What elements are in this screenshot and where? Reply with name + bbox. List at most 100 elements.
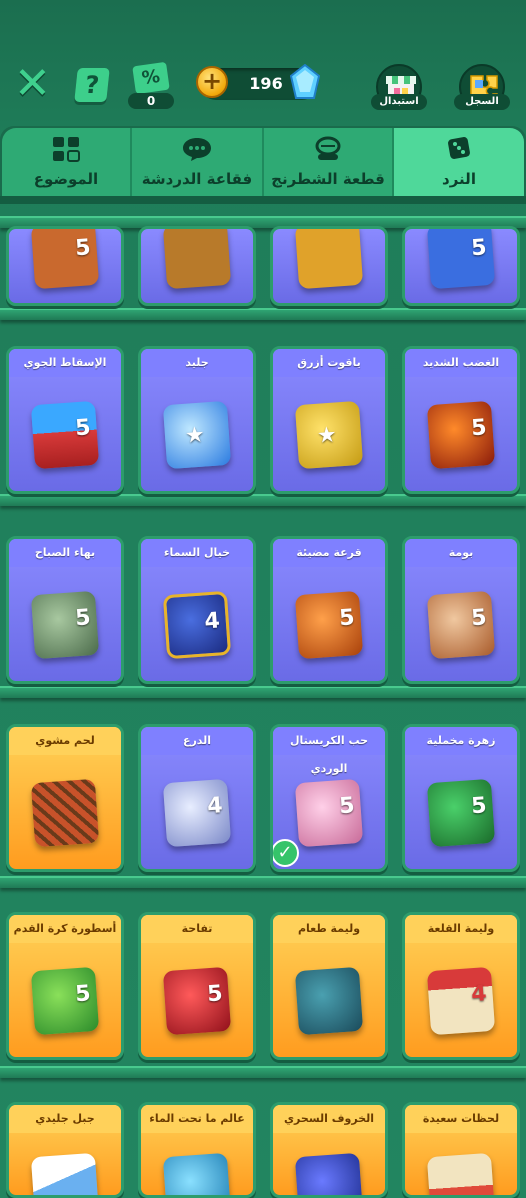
- dice-card-grilled-meat[interactable]: لحم مشوي: [6, 724, 124, 872]
- dice-card-castle-feast[interactable]: وليمة القلعة 4: [402, 912, 520, 1060]
- tab-label: النرد: [442, 170, 476, 188]
- dice-preview: 4: [162, 590, 232, 660]
- equipped-check-icon: ✓: [273, 839, 299, 867]
- dice-title: بومة: [405, 539, 517, 567]
- dice-card-rage[interactable]: الغضب الشديد 5: [402, 346, 520, 494]
- close-button[interactable]: ✕: [14, 62, 51, 106]
- dice-preview: ★: [294, 400, 364, 470]
- dice-card[interactable]: 5: [402, 226, 520, 306]
- tab-chess-piece[interactable]: قطعة الشطرنج: [264, 128, 394, 196]
- dice-card-airdrop[interactable]: الإسقاط الجوي 5: [6, 346, 124, 494]
- dice-icon: [444, 136, 474, 162]
- dice-card-pink-crystal-love[interactable]: حب الكريستال الوردي 5 ✓: [270, 724, 388, 872]
- dice-preview: 5: [426, 590, 496, 660]
- discount-icon: %: [132, 61, 170, 95]
- tab-chat-bubble[interactable]: فقاعة الدردشة: [132, 128, 264, 196]
- gem-icon: [289, 63, 321, 102]
- discount-count: 0: [128, 93, 174, 109]
- dice-preview: 5: [294, 590, 364, 660]
- history-label: السجل: [454, 94, 510, 110]
- dice-preview: [30, 1152, 100, 1195]
- dice-title: أسطورة كرة القدم: [9, 915, 121, 943]
- dice-preview: 5: [162, 966, 232, 1036]
- tab-theme[interactable]: الموضوع: [2, 128, 132, 196]
- dice-preview: [162, 229, 232, 290]
- dice-card-food-feast[interactable]: وليمة طعام: [270, 912, 388, 1060]
- dice-card-magic-sheep[interactable]: الخروف السحري: [270, 1102, 388, 1198]
- tab-label: الموضوع: [33, 170, 99, 188]
- shelf: [0, 1066, 526, 1078]
- dice-card-owl[interactable]: بومة 5: [402, 536, 520, 684]
- tab-label: قطعة الشطرنج: [271, 170, 385, 188]
- dice-title: الغضب الشديد: [405, 349, 517, 377]
- dice-card-sky-fantasy[interactable]: خيال السماء 4: [138, 536, 256, 684]
- dice-preview: 5: [294, 778, 364, 848]
- dice-preview: 5: [30, 590, 100, 660]
- dice-preview: 4: [162, 778, 232, 848]
- history-button[interactable]: السجل: [454, 64, 510, 116]
- dice-preview: 5: [30, 400, 100, 470]
- chess-piece-icon: [313, 136, 343, 162]
- tab-dice[interactable]: النرد: [394, 128, 524, 196]
- dice-title: قرعة مضيئة: [273, 539, 385, 567]
- chat-bubble-icon: [182, 136, 212, 162]
- dice-preview: 5: [426, 229, 496, 290]
- coin-amount: 196: [249, 74, 283, 93]
- dice-card[interactable]: 5: [6, 226, 124, 306]
- coin-plus-icon[interactable]: +: [196, 66, 228, 98]
- dice-preview: 5: [30, 966, 100, 1036]
- discount-button[interactable]: % 0: [128, 61, 174, 109]
- dice-title: الإسقاط الجوي: [9, 349, 121, 377]
- dice-title: الخروف السحري: [273, 1105, 385, 1133]
- dice-title: وليمة القلعة: [405, 915, 517, 943]
- dice-preview: [162, 1152, 232, 1195]
- dice-card-velvet-flower[interactable]: زهرة مخملية 5: [402, 724, 520, 872]
- exchange-button[interactable]: استبدال: [371, 64, 427, 116]
- dice-preview: 5: [30, 229, 100, 290]
- dice-card-glowing-pumpkin[interactable]: قرعة مضيئة 5: [270, 536, 388, 684]
- dice-preview: 5: [426, 778, 496, 848]
- dice-title: جليد: [141, 349, 253, 377]
- dice-title: لحظات سعيدة: [405, 1105, 517, 1133]
- dice-title: تفاحة: [141, 915, 253, 943]
- dice-card-underwater-world[interactable]: عالم ما تحت الماء: [138, 1102, 256, 1198]
- help-button[interactable]: ?: [74, 68, 110, 102]
- dice-title: عالم ما تحت الماء: [141, 1105, 253, 1133]
- dice-preview: [426, 1152, 496, 1195]
- tab-label: فقاعة الدردشة: [141, 170, 253, 188]
- dice-card-football-legend[interactable]: أسطورة كرة القدم 5: [6, 912, 124, 1060]
- dice-card-ice[interactable]: جليد ★: [138, 346, 256, 494]
- shelf: [0, 686, 526, 698]
- theme-grid-icon: [51, 136, 81, 162]
- dice-card-iceberg[interactable]: جبل جليدي: [6, 1102, 124, 1198]
- dice-title: خيال السماء: [141, 539, 253, 567]
- dice-card-armor[interactable]: الدرع 4: [138, 724, 256, 872]
- dice-card-apple[interactable]: تفاحة 5: [138, 912, 256, 1060]
- tabs-divider: [0, 196, 526, 204]
- dice-card-happy-moments[interactable]: لحظات سعيدة: [402, 1102, 520, 1198]
- dice-card-blue-sapphire[interactable]: ياقوت أزرق ★: [270, 346, 388, 494]
- dice-title: لحم مشوي: [9, 727, 121, 755]
- dice-title: زهرة مخملية: [405, 727, 517, 755]
- exchange-label: استبدال: [371, 94, 427, 110]
- dice-title: بهاء الصباح: [9, 539, 121, 567]
- dice-preview: ★: [162, 400, 232, 470]
- dice-card[interactable]: [138, 226, 256, 306]
- top-bar: ✕ ? % 0 + 196 استبدال السجل: [0, 0, 526, 125]
- dice-title: الدرع: [141, 727, 253, 755]
- shelf: [0, 876, 526, 888]
- dice-preview: 4: [426, 966, 496, 1036]
- dice-title: ياقوت أزرق: [273, 349, 385, 377]
- dice-card-morning-glory[interactable]: بهاء الصباح 5: [6, 536, 124, 684]
- dice-title: وليمة طعام: [273, 915, 385, 943]
- dice-preview: 5: [426, 400, 496, 470]
- dice-title: جبل جليدي: [9, 1105, 121, 1133]
- dice-title: حب الكريستال الوردي: [273, 727, 385, 775]
- shelf: [0, 308, 526, 320]
- shelf: [0, 494, 526, 506]
- dice-preview: [294, 1152, 364, 1195]
- dice-preview: [294, 229, 364, 290]
- dice-preview: [30, 778, 100, 848]
- dice-card[interactable]: [270, 226, 388, 306]
- dice-preview: [294, 966, 364, 1036]
